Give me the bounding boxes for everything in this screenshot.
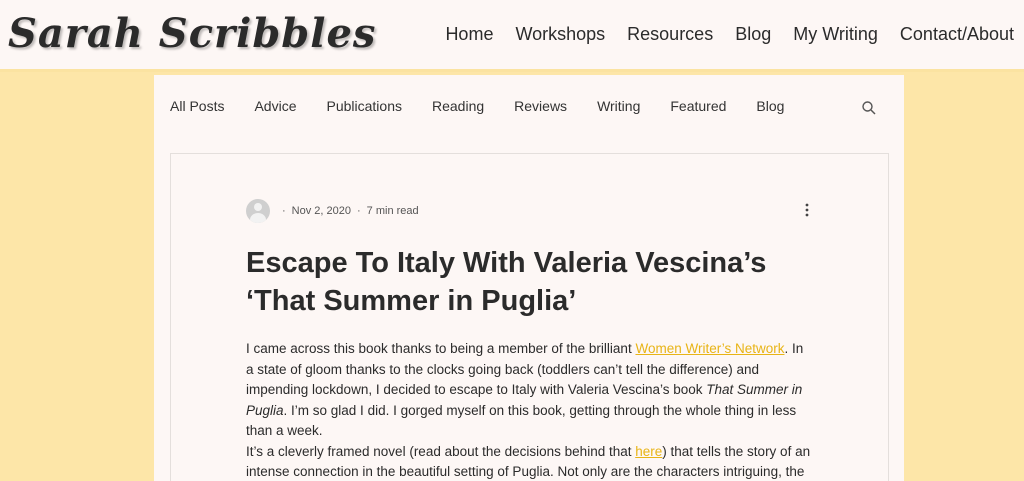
nav-resources[interactable]: Resources [627, 24, 713, 45]
post-title[interactable]: Escape To Italy With Valeria Vescina’s ‘… [246, 244, 806, 320]
more-options-icon[interactable] [804, 202, 810, 218]
read-time: 7 min read [366, 205, 419, 217]
nav-contact-about[interactable]: Contact/About [900, 24, 1014, 45]
category-reading[interactable]: Reading [432, 98, 484, 114]
post-meta: · Nov 2, 2020 · 7 min read [246, 199, 419, 223]
nav-workshops[interactable]: Workshops [515, 24, 605, 45]
category-advice[interactable]: Advice [254, 98, 296, 114]
site-header: Sarah Scribbles Home Workshops Resources… [0, 0, 1024, 72]
paragraph-1: I came across this book thanks to being … [246, 341, 804, 438]
category-all-posts[interactable]: All Posts [170, 98, 224, 114]
paragraph-2: It’s a cleverly framed novel (read about… [246, 443, 811, 480]
search-icon[interactable] [861, 100, 877, 116]
category-blog[interactable]: Blog [756, 98, 784, 114]
post-body: I came across this book thanks to being … [246, 339, 814, 481]
nav-home[interactable]: Home [445, 24, 493, 45]
blog-post: · Nov 2, 2020 · 7 min read Escape To Ita… [170, 153, 889, 481]
post-date: Nov 2, 2020 [291, 205, 351, 217]
women-writers-network-link[interactable]: Women Writer’s Network [635, 341, 784, 356]
category-nav: All Posts Advice Publications Reading Re… [170, 98, 814, 114]
main-nav: Home Workshops Resources Blog My Writing… [423, 24, 1014, 45]
nav-my-writing[interactable]: My Writing [793, 24, 878, 45]
category-featured[interactable]: Featured [670, 98, 726, 114]
category-writing[interactable]: Writing [597, 98, 640, 114]
blog-panel: All Posts Advice Publications Reading Re… [154, 75, 904, 481]
category-publications[interactable]: Publications [327, 98, 403, 114]
site-logo[interactable]: Sarah Scribbles [8, 10, 376, 57]
nav-blog[interactable]: Blog [735, 24, 771, 45]
category-reviews[interactable]: Reviews [514, 98, 567, 114]
here-link[interactable]: here [635, 444, 662, 459]
author-avatar[interactable] [246, 199, 270, 223]
